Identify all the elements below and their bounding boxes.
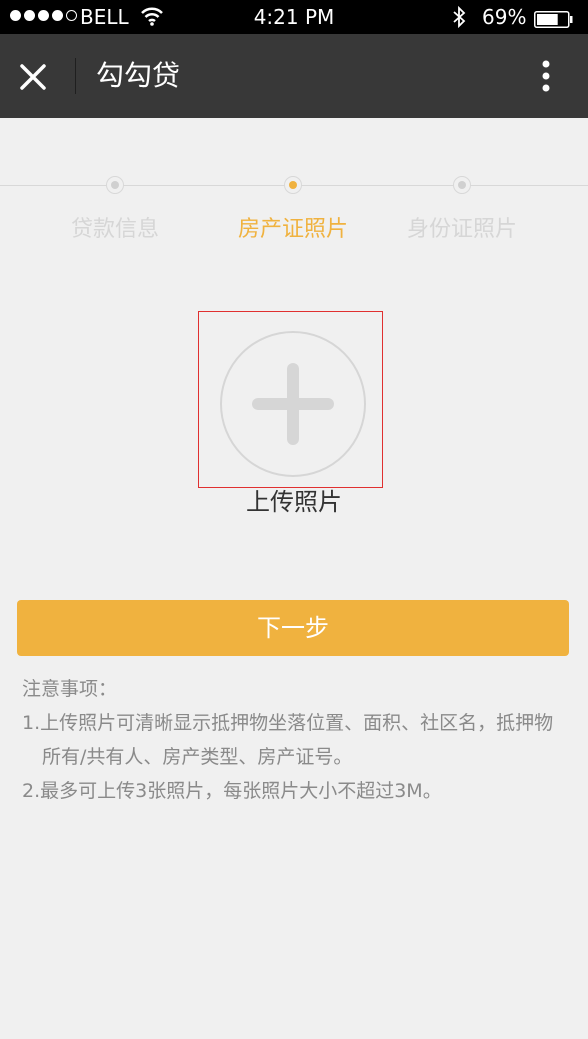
title-bar: 勾勾贷	[0, 34, 588, 118]
bluetooth-icon	[452, 5, 466, 34]
step-label: 贷款信息	[70, 217, 159, 242]
step-indicator	[106, 176, 124, 194]
next-step-button[interactable]: 下一步	[17, 600, 569, 656]
close-button[interactable]	[10, 54, 56, 100]
step-id-photo: 身份证照片	[392, 170, 532, 246]
step-loan-info: 贷款信息	[45, 170, 185, 246]
battery-percentage: 69%	[482, 5, 527, 29]
status-bar: BELL 4:21 PM 69%	[0, 0, 588, 34]
notes-title: 注意事项：	[22, 678, 118, 700]
step-indicator	[284, 176, 302, 194]
step-label: 身份证照片	[406, 217, 517, 242]
note-item: 1.上传照片可清晰显示抵押物坐落位置、面积、社区名，抵押物所有/共有人、房产类型…	[22, 712, 554, 768]
upload-photo-label: 上传照片	[246, 488, 342, 516]
upload-photo-button[interactable]	[198, 311, 383, 488]
more-vertical-icon	[542, 60, 550, 92]
note-item: 2.最多可上传3张照片，每张照片大小不超过3M。	[22, 780, 442, 802]
step-property-photo: 房产证照片	[223, 170, 363, 246]
page-title: 勾勾贷	[96, 59, 181, 92]
notes-section: 注意事项： 1.上传照片可清晰显示抵押物坐落位置、面积、社区名，抵押物所有/共有…	[22, 672, 570, 808]
close-icon	[20, 64, 46, 90]
progress-stepper: 贷款信息 房产证照片 身份证照片	[0, 170, 588, 250]
plus-icon-vertical	[287, 363, 299, 445]
step-label: 房产证照片	[237, 217, 348, 242]
more-options-button[interactable]	[528, 56, 564, 96]
step-indicator	[453, 176, 471, 194]
battery-icon	[534, 9, 574, 28]
title-divider	[75, 58, 76, 94]
upload-circle	[220, 331, 366, 477]
